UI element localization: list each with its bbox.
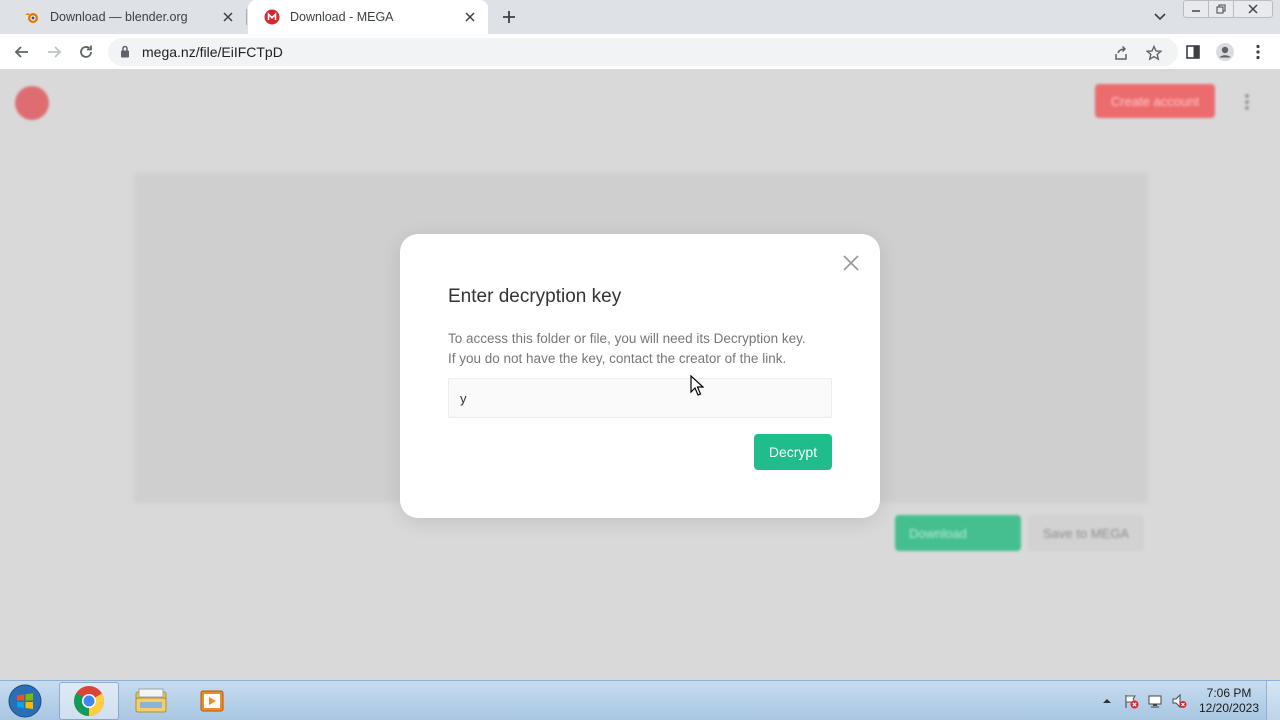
reload-button[interactable] bbox=[75, 41, 97, 63]
action-center-flag-icon[interactable] bbox=[1123, 693, 1139, 709]
tab-search-button[interactable] bbox=[1150, 8, 1170, 26]
browser-toolbar: mega.nz/file/EiIFCTpD bbox=[0, 34, 1280, 70]
share-icon[interactable] bbox=[1112, 44, 1130, 62]
show-hidden-icons-arrow-icon[interactable] bbox=[1099, 693, 1115, 709]
side-panel-button[interactable] bbox=[1182, 41, 1204, 63]
window-close-button[interactable] bbox=[1233, 0, 1273, 18]
dialog-description-line: If you do not have the key, contact the … bbox=[448, 351, 787, 366]
chevron-down-icon bbox=[1154, 13, 1166, 21]
system-clock[interactable]: 7:06 PM 12/20/2023 bbox=[1196, 686, 1262, 716]
browser-menu-button[interactable] bbox=[1247, 41, 1269, 63]
dialog-description: To access this folder or file, you will … bbox=[448, 329, 848, 369]
tab-title: Download — blender.org bbox=[50, 10, 188, 24]
bookmark-star-icon[interactable] bbox=[1145, 44, 1163, 62]
chrome-icon bbox=[74, 686, 105, 716]
dialog-close-button[interactable] bbox=[841, 253, 861, 273]
address-url[interactable]: mega.nz/file/EiIFCTpD bbox=[142, 44, 283, 60]
file-explorer-icon bbox=[135, 688, 167, 713]
close-icon[interactable] bbox=[220, 9, 236, 25]
back-button[interactable] bbox=[11, 41, 33, 63]
minimize-button[interactable] bbox=[1183, 0, 1209, 18]
close-icon bbox=[1248, 4, 1258, 14]
side-panel-icon bbox=[1186, 45, 1200, 59]
tab-blender[interactable]: Download — blender.org bbox=[8, 0, 246, 34]
clock-date: 12/20/2023 bbox=[1198, 701, 1260, 715]
new-tab-button[interactable] bbox=[498, 6, 520, 28]
start-button[interactable] bbox=[4, 682, 46, 720]
lock-icon[interactable] bbox=[120, 45, 130, 63]
tab-title: Download - MEGA bbox=[290, 10, 394, 24]
tab-mega[interactable]: Download - MEGA bbox=[248, 0, 488, 34]
network-icon[interactable] bbox=[1147, 693, 1163, 709]
tab-strip: Download — blender.org Download - MEGA bbox=[0, 0, 1280, 34]
taskbar: 7:06 PM 12/20/2023 bbox=[0, 680, 1280, 720]
dialog-title: Enter decryption key bbox=[448, 286, 622, 307]
blender-icon bbox=[24, 9, 40, 25]
restore-icon bbox=[1216, 4, 1226, 14]
decrypt-button[interactable]: Decrypt bbox=[754, 434, 832, 470]
address-bar[interactable]: mega.nz/file/EiIFCTpD bbox=[108, 38, 1178, 66]
close-icon[interactable] bbox=[462, 9, 478, 25]
show-desktop-button[interactable] bbox=[1266, 681, 1280, 720]
taskbar-chrome[interactable] bbox=[59, 682, 119, 720]
decryption-key-dialog: Enter decryption key To access this fold… bbox=[400, 234, 880, 518]
tab-divider bbox=[246, 9, 247, 25]
arrow-left-icon bbox=[14, 46, 28, 58]
restore-button[interactable] bbox=[1208, 0, 1234, 18]
download-button[interactable]: Download bbox=[895, 515, 1021, 551]
avatar-icon bbox=[1216, 43, 1234, 61]
mega-logo-icon[interactable] bbox=[15, 86, 49, 120]
media-player-icon bbox=[200, 690, 224, 712]
forward-button[interactable] bbox=[43, 41, 65, 63]
taskbar-media-player[interactable] bbox=[182, 682, 242, 720]
arrow-right-icon bbox=[48, 46, 62, 58]
mega-page: Create account Download Save to MEGA Ent… bbox=[0, 71, 1280, 680]
decryption-key-input[interactable] bbox=[448, 378, 832, 418]
plus-icon bbox=[503, 11, 515, 23]
minimize-icon bbox=[1192, 10, 1200, 12]
close-icon bbox=[843, 255, 859, 271]
profile-button[interactable] bbox=[1214, 41, 1236, 63]
mega-icon bbox=[264, 9, 280, 25]
dialog-description-line: To access this folder or file, you will … bbox=[448, 331, 806, 346]
clock-time: 7:06 PM bbox=[1206, 686, 1252, 700]
kebab-menu-icon bbox=[1256, 44, 1260, 60]
page-menu-icon[interactable] bbox=[1244, 93, 1250, 111]
windows-start-icon bbox=[8, 684, 42, 718]
volume-muted-icon[interactable] bbox=[1171, 693, 1187, 709]
reload-icon bbox=[80, 45, 92, 58]
create-account-button[interactable]: Create account bbox=[1095, 84, 1215, 118]
save-to-mega-button[interactable]: Save to MEGA bbox=[1028, 515, 1144, 551]
taskbar-file-explorer[interactable] bbox=[121, 682, 181, 720]
